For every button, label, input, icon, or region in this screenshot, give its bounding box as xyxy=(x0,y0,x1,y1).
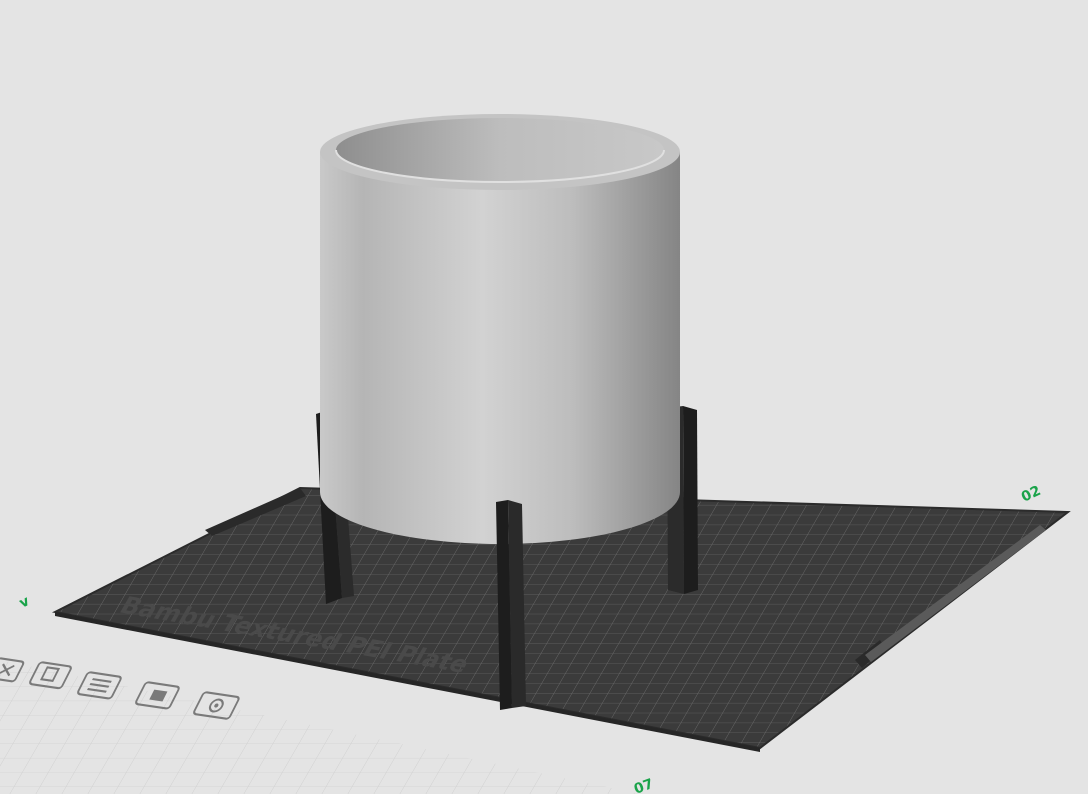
3d-viewport[interactable]: Bambu Textured PEI Plate 02 v 07 xyxy=(0,0,1088,794)
scene-canvas[interactable]: Bambu Textured PEI Plate 02 v 07 xyxy=(0,0,1088,794)
axis-x-label: 07 xyxy=(632,776,656,794)
model-cylinder[interactable] xyxy=(320,114,680,544)
axis-y-label: v xyxy=(17,593,32,611)
model-stand-leg-front[interactable] xyxy=(496,500,526,710)
plate-index-label: 02 xyxy=(1019,483,1043,506)
